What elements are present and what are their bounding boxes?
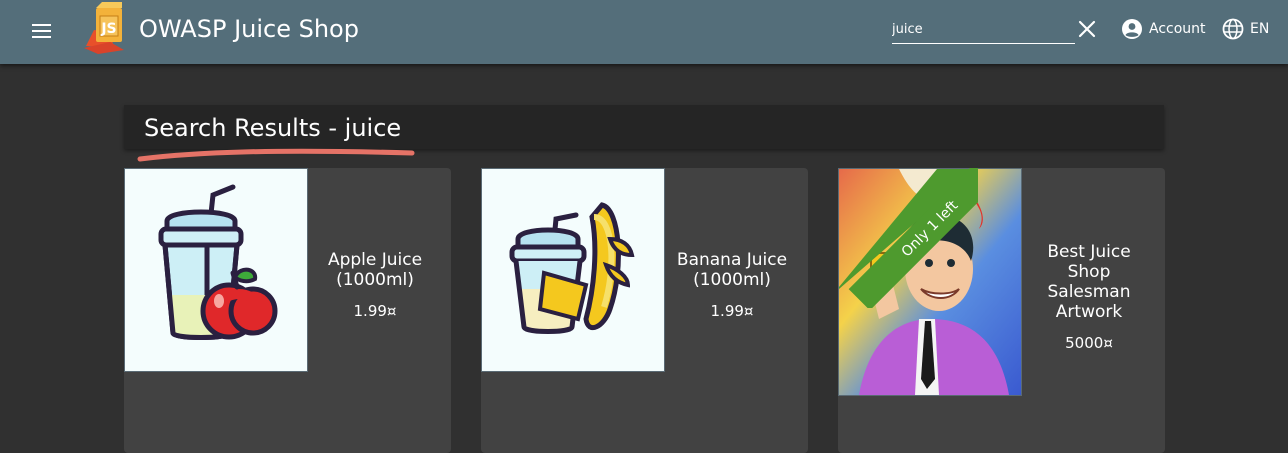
- menu-button[interactable]: [24, 14, 60, 50]
- menu-icon: [32, 24, 51, 26]
- account-circle-icon: [1122, 19, 1142, 39]
- product-card[interactable]: Only 1 left Best Juice Shop Salesman Art…: [838, 168, 1165, 453]
- juice-shop-logo[interactable]: JS: [80, 2, 132, 54]
- globe-icon: [1222, 18, 1244, 40]
- search-field[interactable]: [892, 18, 1075, 44]
- product-info: Banana Juice (1000ml) 1.99¤: [668, 250, 796, 320]
- product-info: Apple Juice (1000ml) 1.99¤: [311, 250, 439, 320]
- product-price: 5000¤: [1065, 334, 1113, 352]
- account-button[interactable]: Account: [1121, 16, 1206, 42]
- product-name: Apple Juice (1000ml): [327, 250, 423, 290]
- apple-juice-image[interactable]: [124, 168, 308, 372]
- product-name: Best Juice Shop Salesman Artwork: [1047, 242, 1131, 322]
- salesman-artwork-image[interactable]: [838, 168, 1022, 396]
- product-card[interactable]: Apple Juice (1000ml) 1.99¤: [124, 168, 451, 453]
- close-icon[interactable]: [1076, 18, 1098, 40]
- language-button[interactable]: EN: [1222, 16, 1269, 42]
- product-price: 1.99¤: [353, 302, 397, 320]
- language-label: EN: [1250, 21, 1270, 37]
- search-input[interactable]: [892, 18, 1075, 41]
- product-info: Best Juice Shop Salesman Artwork 5000¤: [1025, 242, 1153, 352]
- title-underline: [137, 148, 415, 162]
- account-label: Account: [1149, 21, 1206, 37]
- app-title[interactable]: OWASP Juice Shop: [139, 15, 359, 43]
- search-results-title: Search Results - juice: [144, 114, 402, 142]
- top-toolbar: JS OWASP Juice Shop Account EN: [0, 0, 1288, 64]
- svg-text:JS: JS: [100, 21, 116, 37]
- search-results-header: Search Results - juice: [124, 105, 1164, 149]
- product-price: 1.99¤: [710, 302, 754, 320]
- product-name: Banana Juice (1000ml): [676, 250, 788, 290]
- product-card[interactable]: Banana Juice (1000ml) 1.99¤: [481, 168, 808, 453]
- banana-juice-image[interactable]: [481, 168, 665, 372]
